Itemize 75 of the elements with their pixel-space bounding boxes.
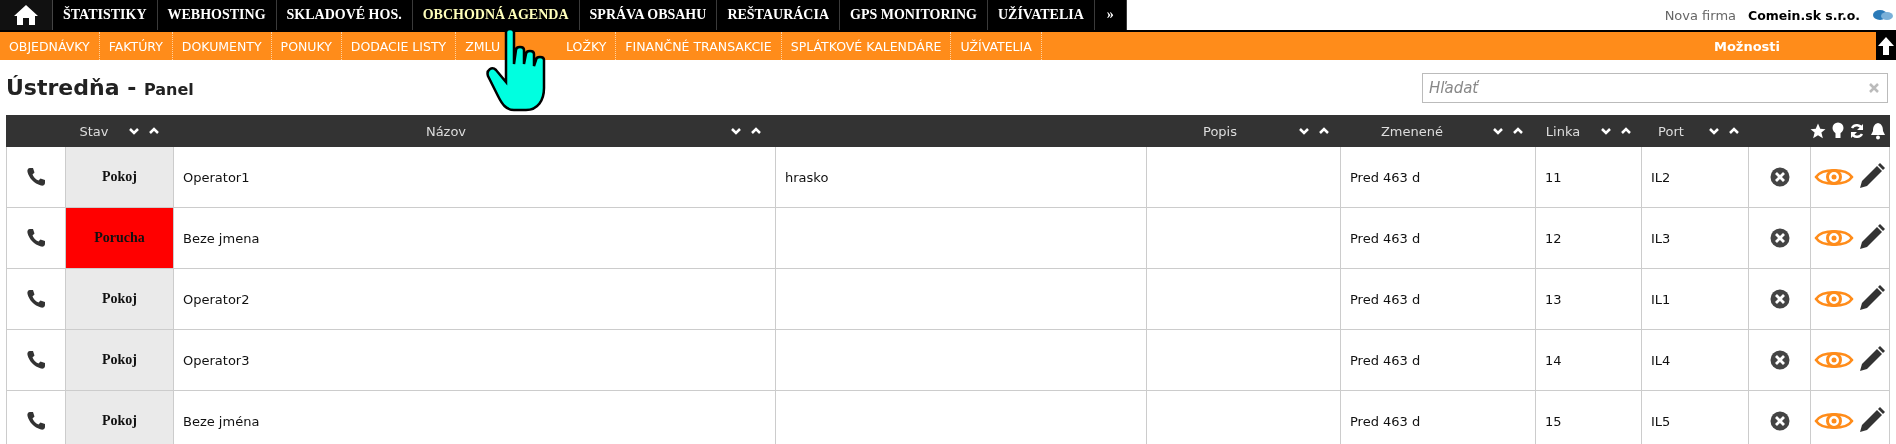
table-cell: 13 [1536, 269, 1642, 329]
sort-down-icon[interactable] [128, 127, 140, 135]
table-cell: Pred 463 d [1341, 208, 1536, 268]
table-cell: Operator2 [174, 269, 776, 329]
nav-tab[interactable]: REŠTAURÁCIA [717, 0, 841, 30]
bell-icon [1870, 122, 1886, 140]
status-cell: Pokoj [66, 391, 174, 444]
column-header[interactable]: Názov [162, 123, 730, 139]
phone-icon [26, 228, 46, 248]
up-arrow-icon [1877, 36, 1895, 56]
status-cell: Pokoj [66, 147, 174, 207]
nav-tab[interactable]: GPS MONITORING [840, 0, 988, 30]
home-icon [13, 4, 39, 26]
sort-down-icon[interactable] [1298, 127, 1310, 135]
phone-icon [26, 167, 46, 187]
nav-tab[interactable]: WEBHOSTING [157, 0, 277, 30]
lightbulb-icon [1832, 122, 1844, 140]
status-cell: Porucha [66, 208, 174, 268]
nav-tab[interactable]: SKLADOVÉ HOS. [276, 0, 413, 30]
table-cell: 15 [1536, 391, 1642, 444]
search-field[interactable]: Hľadať [1422, 72, 1888, 103]
table-cell: Pred 463 d [1341, 391, 1536, 444]
column-header[interactable]: Port [1634, 123, 1708, 139]
table-cell: IL1 [1642, 269, 1749, 329]
company-label: Nova firma [1664, 7, 1737, 23]
phone-icon [26, 411, 46, 431]
sort-down-icon[interactable] [1600, 127, 1612, 135]
phone-icon [26, 350, 46, 370]
delete-icon[interactable] [1769, 411, 1790, 431]
status-cell: Pokoj [66, 330, 174, 390]
table-cell: 12 [1536, 208, 1642, 268]
more-button[interactable]: » [1094, 0, 1127, 30]
table-cell: Pred 463 d [1341, 147, 1536, 207]
table-cell: Operator1 [174, 147, 776, 207]
delete-icon[interactable] [1769, 228, 1790, 248]
table-cell: IL4 [1642, 330, 1749, 390]
scroll-top-button[interactable] [1876, 32, 1896, 60]
table-cell: IL2 [1642, 147, 1749, 207]
delete-icon[interactable] [1769, 289, 1790, 309]
nav-tab[interactable]: UŽÍVATELIA [987, 0, 1095, 30]
column-header[interactable]: Stav [60, 123, 128, 139]
table-cell: hrasko [776, 147, 1147, 207]
table-cell: 14 [1536, 330, 1642, 390]
table-cell: Beze jména [174, 391, 776, 444]
sort-up-icon[interactable] [148, 127, 160, 135]
delete-icon[interactable] [1769, 350, 1790, 370]
table-cell: Pred 463 d [1341, 269, 1536, 329]
refresh-icon [1849, 123, 1865, 139]
table-cell: Beze jmena [174, 208, 776, 268]
company-name[interactable]: Comein.sk s.r.o. [1748, 7, 1860, 23]
column-header[interactable]: Linka [1526, 123, 1600, 139]
table-cell: Pred 463 d [1341, 330, 1536, 390]
sort-up-icon[interactable] [1620, 127, 1632, 135]
sort-up-icon[interactable] [1728, 127, 1740, 135]
status-cell: Pokoj [66, 269, 174, 329]
sort-up-icon[interactable] [1318, 127, 1330, 135]
column-header[interactable]: Zmenené [1332, 123, 1492, 139]
column-header[interactable]: Popis [1142, 123, 1298, 139]
delete-icon[interactable] [1769, 167, 1790, 187]
sort-up-icon[interactable] [750, 127, 762, 135]
nav-tab[interactable]: ŠTATISTIKY [53, 0, 158, 30]
sort-down-icon[interactable] [730, 127, 742, 135]
table-cell: IL3 [1642, 208, 1749, 268]
sort-up-icon[interactable] [1512, 127, 1524, 135]
star-icon [1809, 122, 1827, 140]
home-button[interactable] [0, 0, 53, 30]
table-cell: IL5 [1642, 391, 1749, 444]
logo-icon [1872, 8, 1894, 22]
sort-down-icon[interactable] [1492, 127, 1504, 135]
sort-down-icon[interactable] [1708, 127, 1720, 135]
nav-tab[interactable]: SPRÁVA OBSAHU [579, 0, 718, 30]
table-cell: Operator3 [174, 330, 776, 390]
table-cell: 11 [1536, 147, 1642, 207]
phone-icon [26, 289, 46, 309]
page-title: Ústredňa - Panel [6, 75, 194, 100]
